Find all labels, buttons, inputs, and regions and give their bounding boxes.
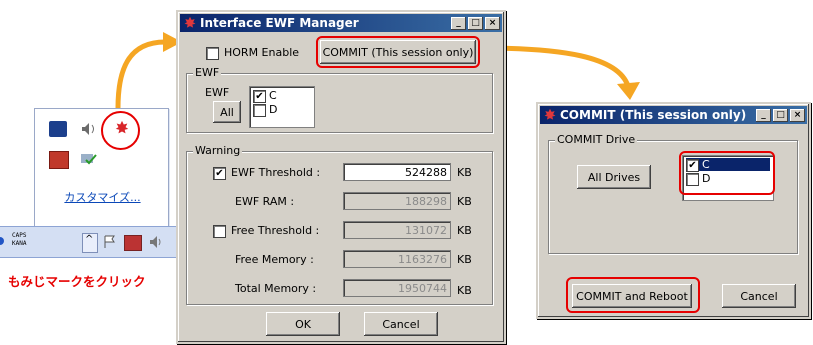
window-title: Interface EWF Manager — [200, 16, 359, 30]
maple-leaf-icon — [544, 108, 556, 120]
ewf-threshold-label: EWF Threshold : — [231, 166, 321, 179]
ewf-ram-field: 188298 — [343, 192, 451, 210]
reboot-button-highlight — [566, 277, 700, 313]
free-threshold-unit: KB — [457, 224, 472, 237]
ewf-threshold-checkbox[interactable]: ✔ — [213, 167, 226, 180]
ewf-label: EWF — [205, 86, 230, 99]
minimize-button[interactable]: _ — [451, 17, 466, 30]
arrow-head-2 — [617, 82, 640, 100]
minimize-button[interactable]: _ — [756, 109, 771, 122]
ewf-ram-label: EWF RAM : — [235, 195, 295, 208]
ewf-drive-list[interactable]: ✔ C D — [249, 86, 315, 128]
maple-leaf-icon — [184, 16, 196, 28]
total-memory-label: Total Memory : — [235, 282, 317, 295]
all-drives-button[interactable]: All Drives — [577, 165, 651, 189]
close-button[interactable]: × — [790, 109, 805, 122]
total-memory-field: 1950744 — [343, 279, 451, 297]
close-button[interactable]: × — [485, 17, 500, 30]
arrow-to-ewf-manager — [115, 39, 166, 109]
commit-drive-group: COMMIT Drive All Drives ✔ C D — [548, 133, 798, 254]
ewf-manager-window: Interface EWF Manager _ □ × HORM Enable … — [176, 10, 506, 344]
drive-list-highlight — [679, 151, 775, 195]
ewf-group-label: EWF — [193, 66, 222, 79]
free-memory-label: Free Memory : — [235, 253, 314, 266]
commit-button-highlight — [316, 36, 480, 68]
commit-dialog: COMMIT (This session only) _ □ × COMMIT … — [536, 102, 811, 319]
cancel-button[interactable]: Cancel — [364, 312, 438, 336]
drive-item-c[interactable]: ✔ C — [253, 89, 277, 103]
free-threshold-checkbox[interactable] — [213, 225, 226, 238]
cancel-button[interactable]: Cancel — [722, 284, 796, 308]
all-drives-button[interactable]: All — [213, 101, 241, 123]
ok-button[interactable]: OK — [266, 312, 340, 336]
drive-c-checkbox[interactable]: ✔ — [253, 89, 266, 103]
drive-d-checkbox[interactable] — [253, 103, 266, 117]
commit-dialog-titlebar[interactable]: COMMIT (This session only) _ □ × — [540, 106, 807, 124]
ewf-threshold-unit: KB — [457, 166, 472, 179]
ewf-threshold-field[interactable]: 524288 — [343, 163, 451, 181]
maximize-button[interactable]: □ — [773, 109, 788, 122]
maximize-button[interactable]: □ — [468, 17, 483, 30]
warning-group: Warning ✔ EWF Threshold : 524288 KB EWF … — [186, 144, 493, 305]
free-memory-field: 1163276 — [343, 250, 451, 268]
commit-drive-label: COMMIT Drive — [555, 133, 638, 146]
ewf-ram-unit: KB — [457, 195, 472, 208]
horm-enable-label: HORM Enable — [224, 46, 300, 59]
free-threshold-field[interactable]: 131072 — [343, 221, 451, 239]
total-memory-unit: KB — [457, 284, 472, 297]
dialog-title: COMMIT (This session only) — [560, 108, 747, 122]
drive-item-d[interactable]: D — [253, 103, 277, 117]
warning-group-label: Warning — [193, 144, 243, 157]
ewf-manager-titlebar[interactable]: Interface EWF Manager _ □ × — [180, 14, 502, 32]
free-memory-unit: KB — [457, 253, 472, 266]
free-threshold-label: Free Threshold : — [231, 224, 320, 237]
ewf-group: EWF EWF All ✔ C D — [186, 66, 493, 133]
horm-enable-checkbox[interactable] — [206, 47, 219, 60]
